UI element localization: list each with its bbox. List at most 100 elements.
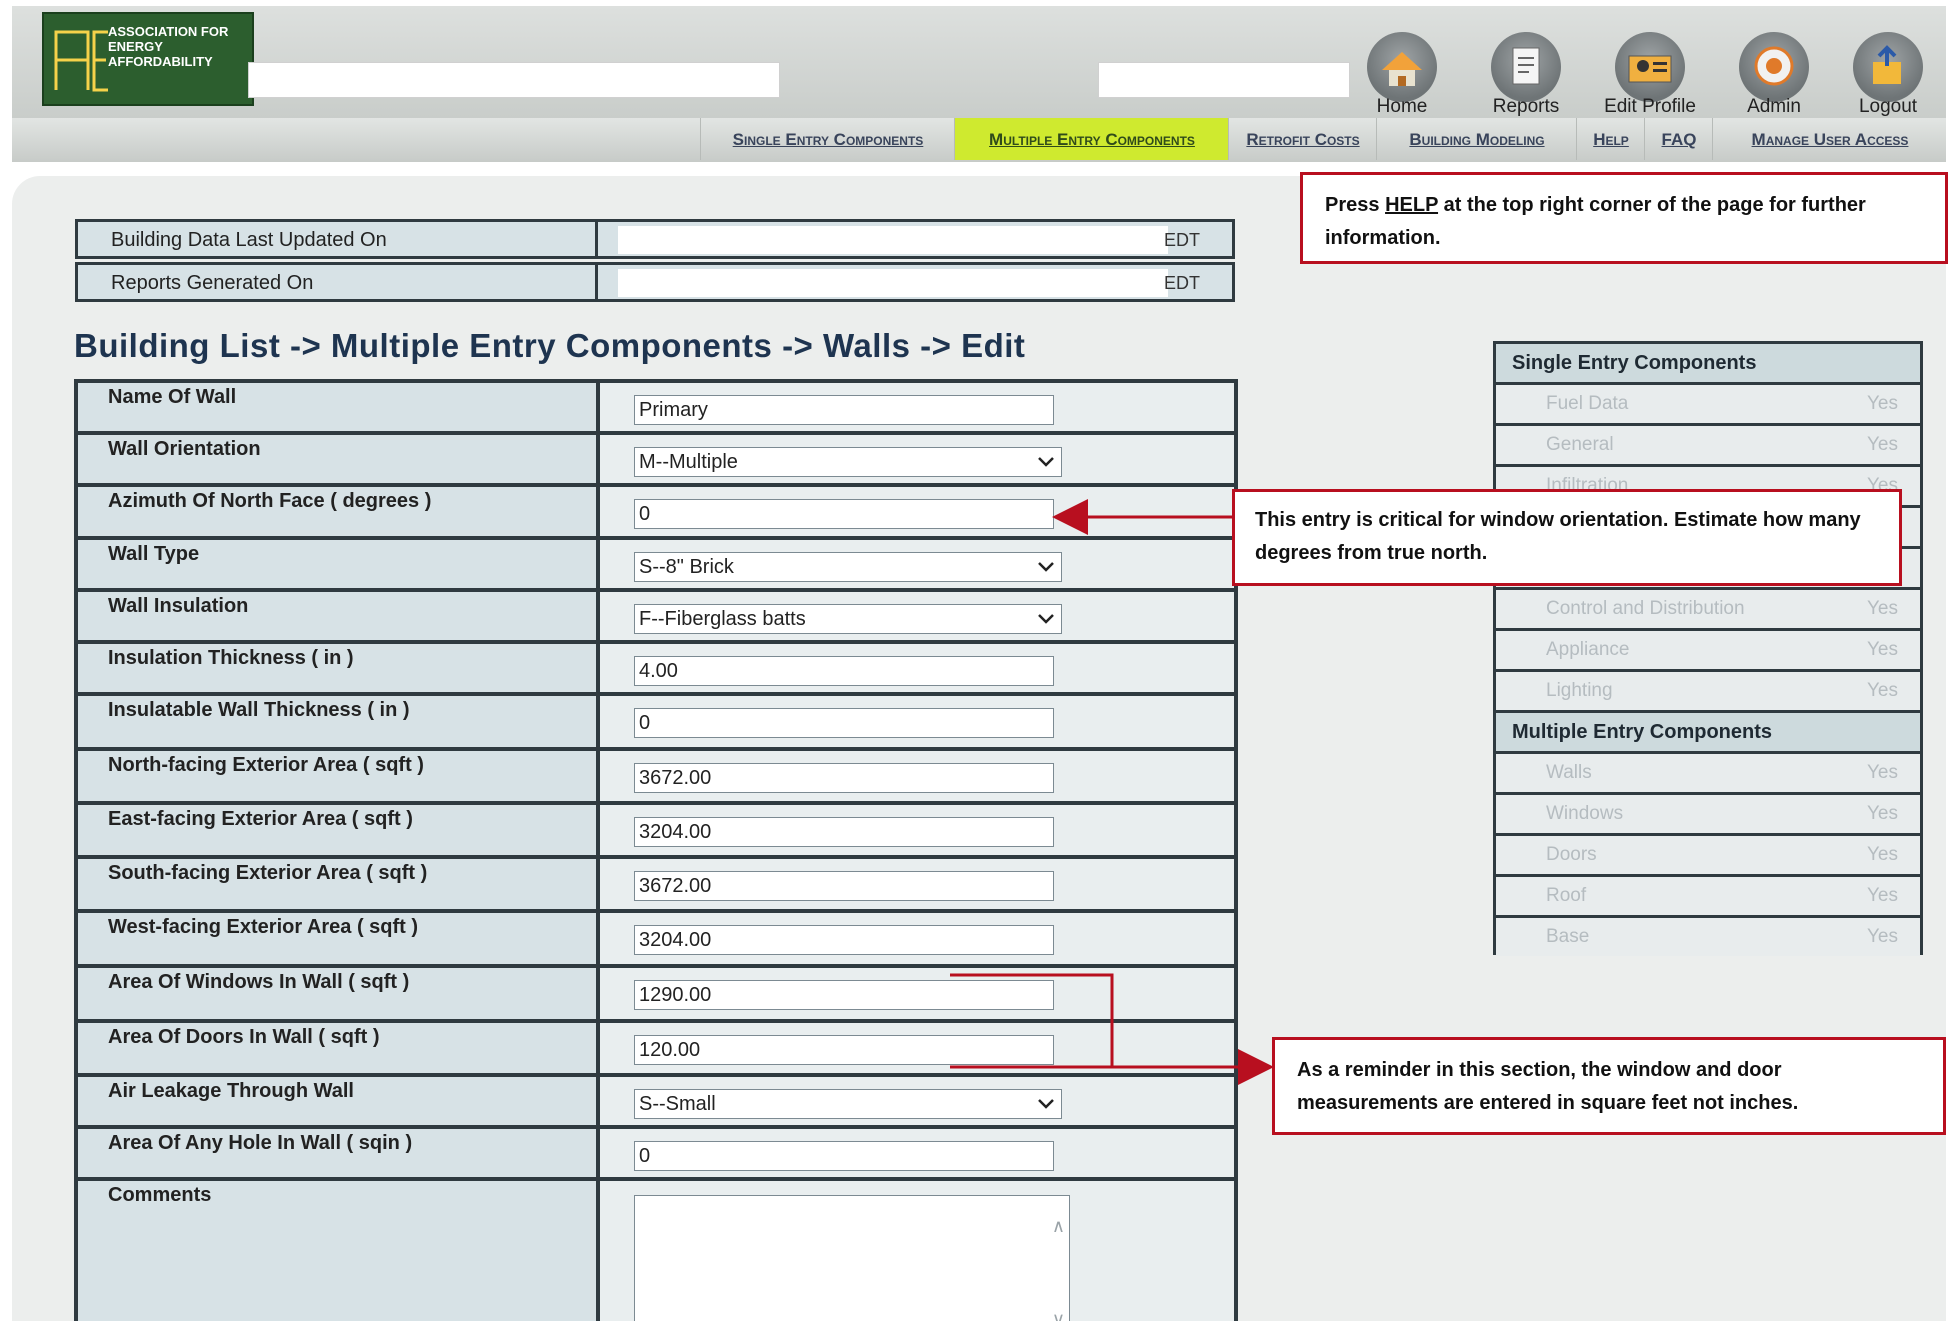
form-row-label: North-facing Exterior Area ( sqft ) xyxy=(78,751,596,801)
form-row: Wall Insulation F--Fiberglass batts xyxy=(74,588,1238,640)
nav-logout[interactable]: Logout xyxy=(1848,32,1928,117)
form-select[interactable]: M--Multiple xyxy=(634,447,1062,477)
top-header: ASSOCIATION FOR ENERGY AFFORDABILITY Hom… xyxy=(12,6,1946,118)
sidebar-item[interactable]: Walls Yes xyxy=(1496,754,1920,792)
form-input[interactable]: 0 xyxy=(634,1141,1054,1171)
sidebar-item[interactable]: Roof Yes xyxy=(1496,877,1920,915)
aea-logo[interactable]: ASSOCIATION FOR ENERGY AFFORDABILITY xyxy=(42,12,254,106)
sidebar-item-label: General xyxy=(1546,434,1614,455)
azimuth-callout: This entry is critical for window orient… xyxy=(1232,489,1902,586)
form-row-label: Wall Orientation xyxy=(78,435,596,483)
sidebar-item-status: Yes xyxy=(1867,803,1898,824)
form-input[interactable]: 4.00 xyxy=(634,656,1054,686)
sidebar-item-label: Windows xyxy=(1546,803,1624,824)
sidebar-section-title: Single Entry Components xyxy=(1496,344,1920,382)
form-row-label: Area Of Windows In Wall ( sqft ) xyxy=(78,968,596,1019)
subnav-single-entry[interactable]: Single Entry Components xyxy=(700,118,955,160)
field-value: 120.00 xyxy=(639,1039,701,1061)
sidebar-item-label: Roof xyxy=(1546,885,1587,906)
nav-reports[interactable]: Reports xyxy=(1486,32,1566,117)
nav-home[interactable]: Home xyxy=(1362,32,1442,117)
field-value: S--8" Brick xyxy=(639,556,734,578)
form-row-field-cell: ∧ ∨ xyxy=(600,1181,1234,1321)
form-row-field-cell: S--8" Brick xyxy=(600,540,1234,588)
help-callout-link: HELP xyxy=(1385,194,1439,216)
form-row: Area Of Windows In Wall ( sqft ) 1290.00 xyxy=(74,964,1238,1019)
sidebar-item[interactable]: Base Yes xyxy=(1496,918,1920,956)
sidebar-item-status: Yes xyxy=(1867,885,1898,906)
sqft-callout: As a reminder in this section, the windo… xyxy=(1272,1037,1946,1135)
sidebar-item[interactable]: General Yes xyxy=(1496,426,1920,464)
wall-edit-form: Name Of Wall Primary Wall Orientation M--Mu… xyxy=(74,379,1238,1321)
components-sidebar: Single Entry Components Fuel Data Yes Gener… xyxy=(1493,341,1923,956)
form-row: West-facing Exterior Area ( sqft ) 3204.0… xyxy=(74,909,1238,964)
form-input[interactable]: 0 xyxy=(634,708,1054,738)
sidebar-item-status: Yes xyxy=(1867,680,1898,701)
info-reports-row: Reports Generated On EDT xyxy=(75,262,1235,302)
form-input[interactable]: 3672.00 xyxy=(634,871,1054,901)
sidebar-item[interactable]: Doors Yes xyxy=(1496,836,1920,874)
form-input[interactable]: 3204.00 xyxy=(634,817,1054,847)
nav-reports-label: Reports xyxy=(1492,96,1560,117)
subnav-retrofit-costs[interactable]: Retrofit Costs xyxy=(1228,118,1377,160)
sidebar-section-title: Multiple Entry Components xyxy=(1496,713,1920,751)
form-select[interactable]: S--Small xyxy=(634,1089,1062,1119)
logo-text: ASSOCIATION FOR ENERGY AFFORDABILITY xyxy=(108,24,229,69)
nav-admin[interactable]: Admin xyxy=(1734,32,1814,117)
field-value: 0 xyxy=(639,712,651,734)
sidebar-item-label: Control and Distribution xyxy=(1546,598,1745,619)
form-row: North-facing Exterior Area ( sqft ) 3672.… xyxy=(74,747,1238,801)
sidebar-item[interactable]: Lighting Yes xyxy=(1496,672,1920,710)
field-value: Primary xyxy=(639,399,708,421)
form-row-field-cell: Primary xyxy=(600,383,1234,431)
updated-timezone: EDT xyxy=(1164,230,1200,250)
sidebar-item-status: Yes xyxy=(1867,926,1898,947)
form-input[interactable]: 1290.00 xyxy=(634,980,1054,1010)
sidebar-item[interactable]: Control and Distribution Yes xyxy=(1496,590,1920,628)
sidebar-item-status: Yes xyxy=(1867,639,1898,660)
form-row-field-cell: 120.00 xyxy=(600,1023,1234,1073)
form-select[interactable]: F--Fiberglass batts xyxy=(634,604,1062,634)
form-select[interactable]: S--8" Brick xyxy=(634,552,1062,582)
nav-edit-profile[interactable]: Edit Profile xyxy=(1604,32,1696,117)
subnav-help[interactable]: Help xyxy=(1576,118,1645,160)
form-row-label: Air Leakage Through Wall xyxy=(78,1077,596,1125)
form-row-label: Wall Type xyxy=(78,540,596,588)
scroll-up-icon[interactable]: ∧ xyxy=(1052,1216,1065,1237)
subnav-faq[interactable]: FAQ xyxy=(1644,118,1713,160)
form-row-field-cell: S--Small xyxy=(600,1077,1234,1125)
field-value: 3672.00 xyxy=(639,767,712,789)
form-row: East-facing Exterior Area ( sqft ) 3204.0… xyxy=(74,801,1238,855)
sidebar-item-label: Doors xyxy=(1546,844,1597,865)
comments-textarea[interactable]: ∧ ∨ xyxy=(634,1195,1070,1321)
form-input[interactable]: 3204.00 xyxy=(634,925,1054,955)
form-row: Comments ∧ ∨ xyxy=(74,1177,1238,1321)
sidebar-item-status: Yes xyxy=(1867,844,1898,865)
subnav-manage-user-access[interactable]: Manage User Access xyxy=(1712,118,1947,160)
form-input[interactable]: Primary xyxy=(634,395,1054,425)
sidebar-item[interactable]: Fuel Data Yes xyxy=(1496,385,1920,423)
subnav-building-modeling[interactable]: Building Modeling xyxy=(1376,118,1577,160)
sidebar-item[interactable]: Appliance Yes xyxy=(1496,631,1920,669)
sidebar-item-status: Yes xyxy=(1867,393,1898,414)
form-row-field-cell: 0 xyxy=(600,1129,1234,1177)
form-input[interactable]: 0 xyxy=(634,499,1054,529)
form-row: Insulatable Wall Thickness ( in ) 0 xyxy=(74,692,1238,747)
form-row-label: East-facing Exterior Area ( sqft ) xyxy=(78,805,596,855)
user-name-box xyxy=(1098,62,1350,98)
form-input[interactable]: 3672.00 xyxy=(634,763,1054,793)
form-input[interactable]: 120.00 xyxy=(634,1035,1054,1065)
subnav-multiple-entry[interactable]: Multiple Entry Components xyxy=(954,118,1229,160)
form-row-field-cell: 0 xyxy=(600,696,1234,747)
chevron-down-icon xyxy=(1037,608,1055,636)
form-row: Air Leakage Through Wall S--Small xyxy=(74,1073,1238,1125)
reports-timezone: EDT xyxy=(1164,273,1200,293)
form-row: Wall Type S--8" Brick xyxy=(74,536,1238,588)
form-row-label: Insulatable Wall Thickness ( in ) xyxy=(78,696,596,747)
info-updated-row: Building Data Last Updated On EDT xyxy=(75,219,1235,259)
sidebar-item[interactable]: Windows Yes xyxy=(1496,795,1920,833)
sidebar-item-status: Yes xyxy=(1867,434,1898,455)
form-row-label: South-facing Exterior Area ( sqft ) xyxy=(78,859,596,909)
chevron-down-icon xyxy=(1037,451,1055,479)
scroll-down-icon[interactable]: ∨ xyxy=(1052,1309,1065,1321)
